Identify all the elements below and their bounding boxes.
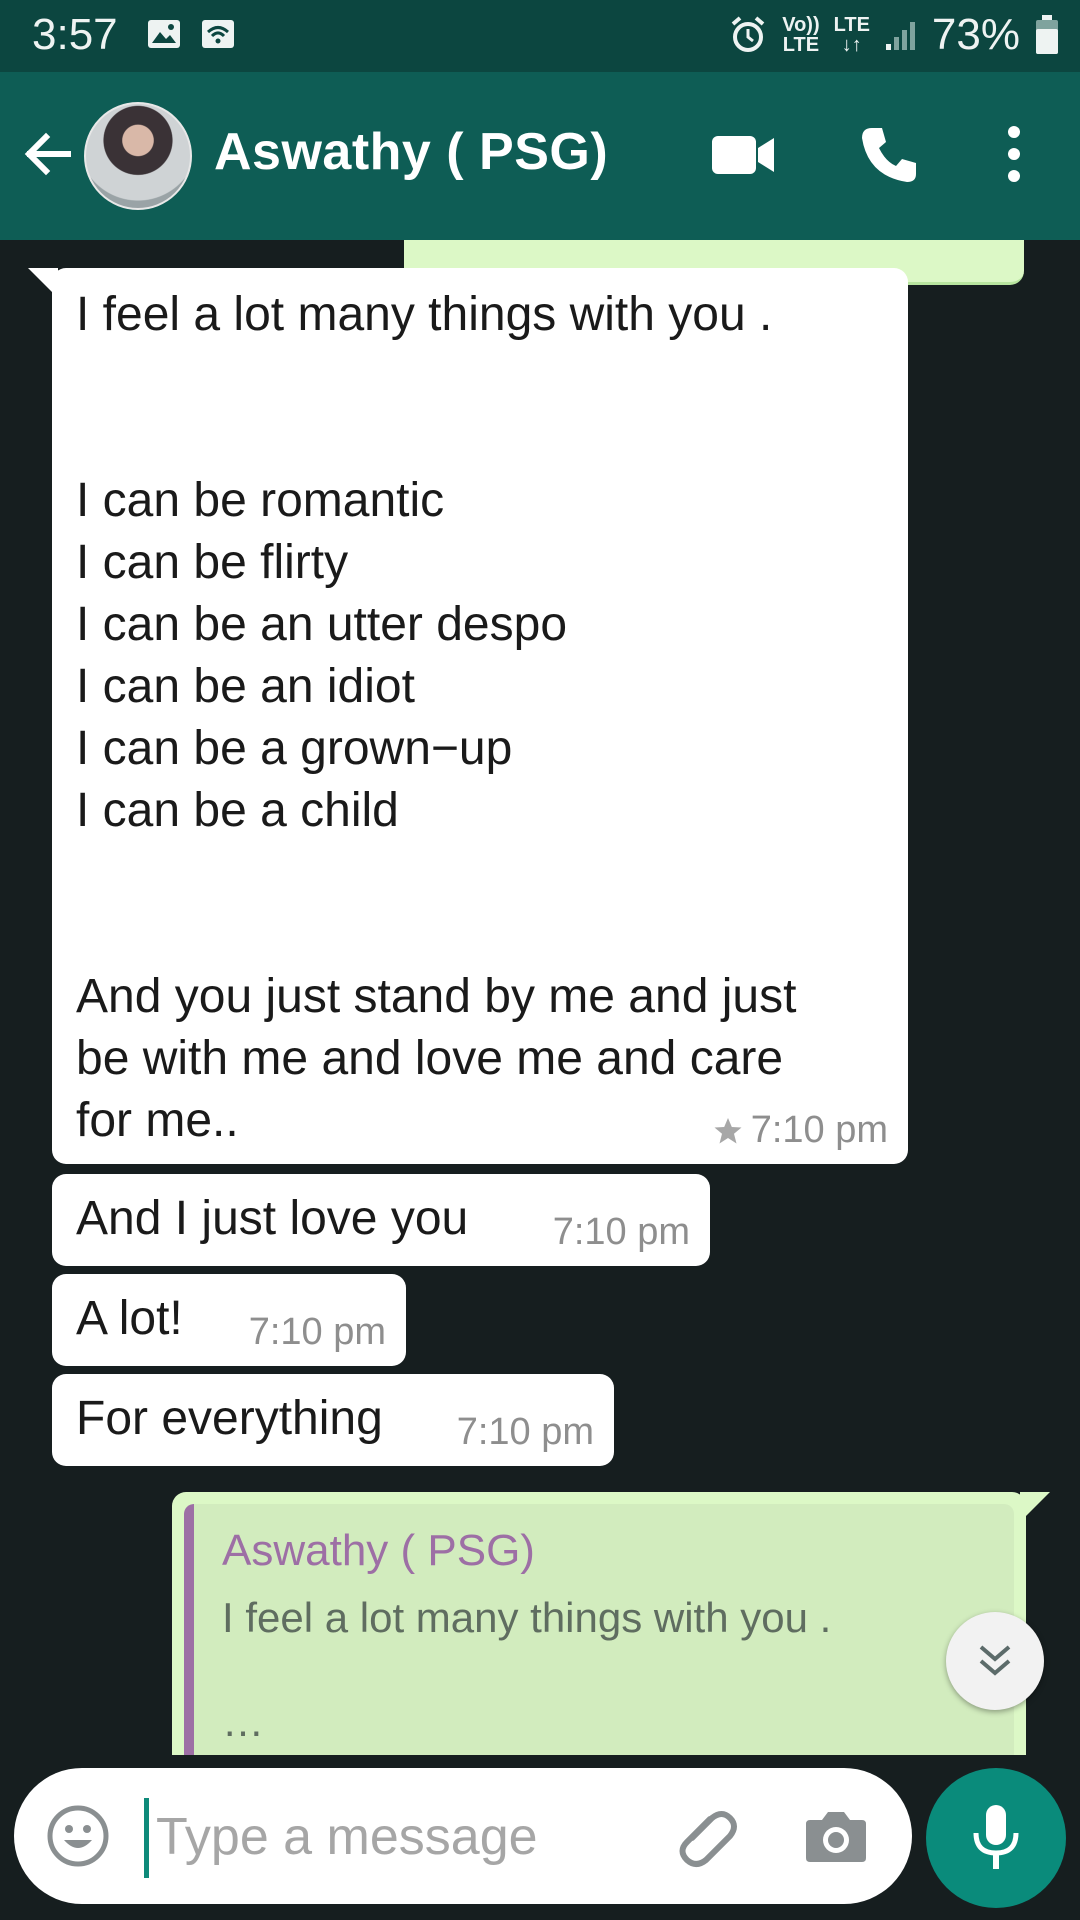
incoming-message[interactable]: For everything 7:10 pm xyxy=(52,1374,614,1466)
message-time: 7:10 pm xyxy=(552,1211,690,1253)
message-text: I feel a lot many things with you . I ca… xyxy=(76,288,797,1147)
double-chevron-down-icon xyxy=(979,1645,1011,1676)
incoming-message[interactable]: A lot! 7:10 pm xyxy=(52,1274,406,1366)
alarm-icon xyxy=(731,16,765,52)
outgoing-reply-message[interactable]: Aswathy ( PSG) I feel a lot many things … xyxy=(172,1492,1026,1755)
emoji-icon[interactable] xyxy=(46,1804,110,1868)
voice-record-button[interactable] xyxy=(926,1768,1066,1908)
more-vert-icon[interactable] xyxy=(1000,124,1028,184)
message-time: 7:10 pm xyxy=(248,1311,386,1353)
volte-indicator: Vo)) LTE xyxy=(782,14,820,56)
status-time: 3:57 xyxy=(32,10,118,59)
scroll-to-bottom-button[interactable] xyxy=(946,1612,1044,1710)
battery-icon xyxy=(1036,15,1058,54)
signal-icon xyxy=(885,22,915,50)
wifi-icon xyxy=(202,20,234,48)
star-icon xyxy=(714,1117,742,1143)
message-time: 7:10 pm xyxy=(750,1109,888,1151)
lte-indicator: LTE ↓↑ xyxy=(833,14,870,56)
phone-icon[interactable] xyxy=(858,124,920,186)
incoming-message[interactable]: And I just love you 7:10 pm xyxy=(52,1174,710,1266)
message-composer xyxy=(14,1768,912,1904)
video-call-icon[interactable] xyxy=(710,128,776,182)
message-input[interactable] xyxy=(154,1796,628,1878)
quoted-text: I feel a lot many things with you . … xyxy=(222,1594,832,1745)
chat-header: Aswathy ( PSG) xyxy=(0,72,1080,240)
quoted-author: Aswathy ( PSG) xyxy=(222,1526,535,1575)
battery-percent: 73% xyxy=(931,10,1020,59)
message-time: 7:10 pm xyxy=(456,1411,594,1453)
avatar[interactable] xyxy=(84,102,192,210)
gallery-icon xyxy=(148,20,180,48)
quoted-message[interactable]: Aswathy ( PSG) I feel a lot many things … xyxy=(184,1504,1014,1755)
camera-icon[interactable] xyxy=(804,1806,868,1864)
contact-name[interactable]: Aswathy ( PSG) xyxy=(214,122,608,182)
mic-icon xyxy=(973,1805,1019,1869)
status-bar: 3:57 Vo)) LTE LTE ↓↑ 73% xyxy=(0,0,1080,72)
attach-icon[interactable] xyxy=(672,1804,742,1868)
message-text: And I just love you xyxy=(76,1192,469,1245)
message-list[interactable]: I feel a lot many things with you . I ca… xyxy=(0,240,1080,1755)
back-arrow-icon[interactable] xyxy=(18,124,78,184)
message-text: A lot! xyxy=(76,1292,183,1345)
message-text: For everything xyxy=(76,1392,383,1445)
incoming-message[interactable]: I feel a lot many things with you . I ca… xyxy=(52,268,908,1164)
